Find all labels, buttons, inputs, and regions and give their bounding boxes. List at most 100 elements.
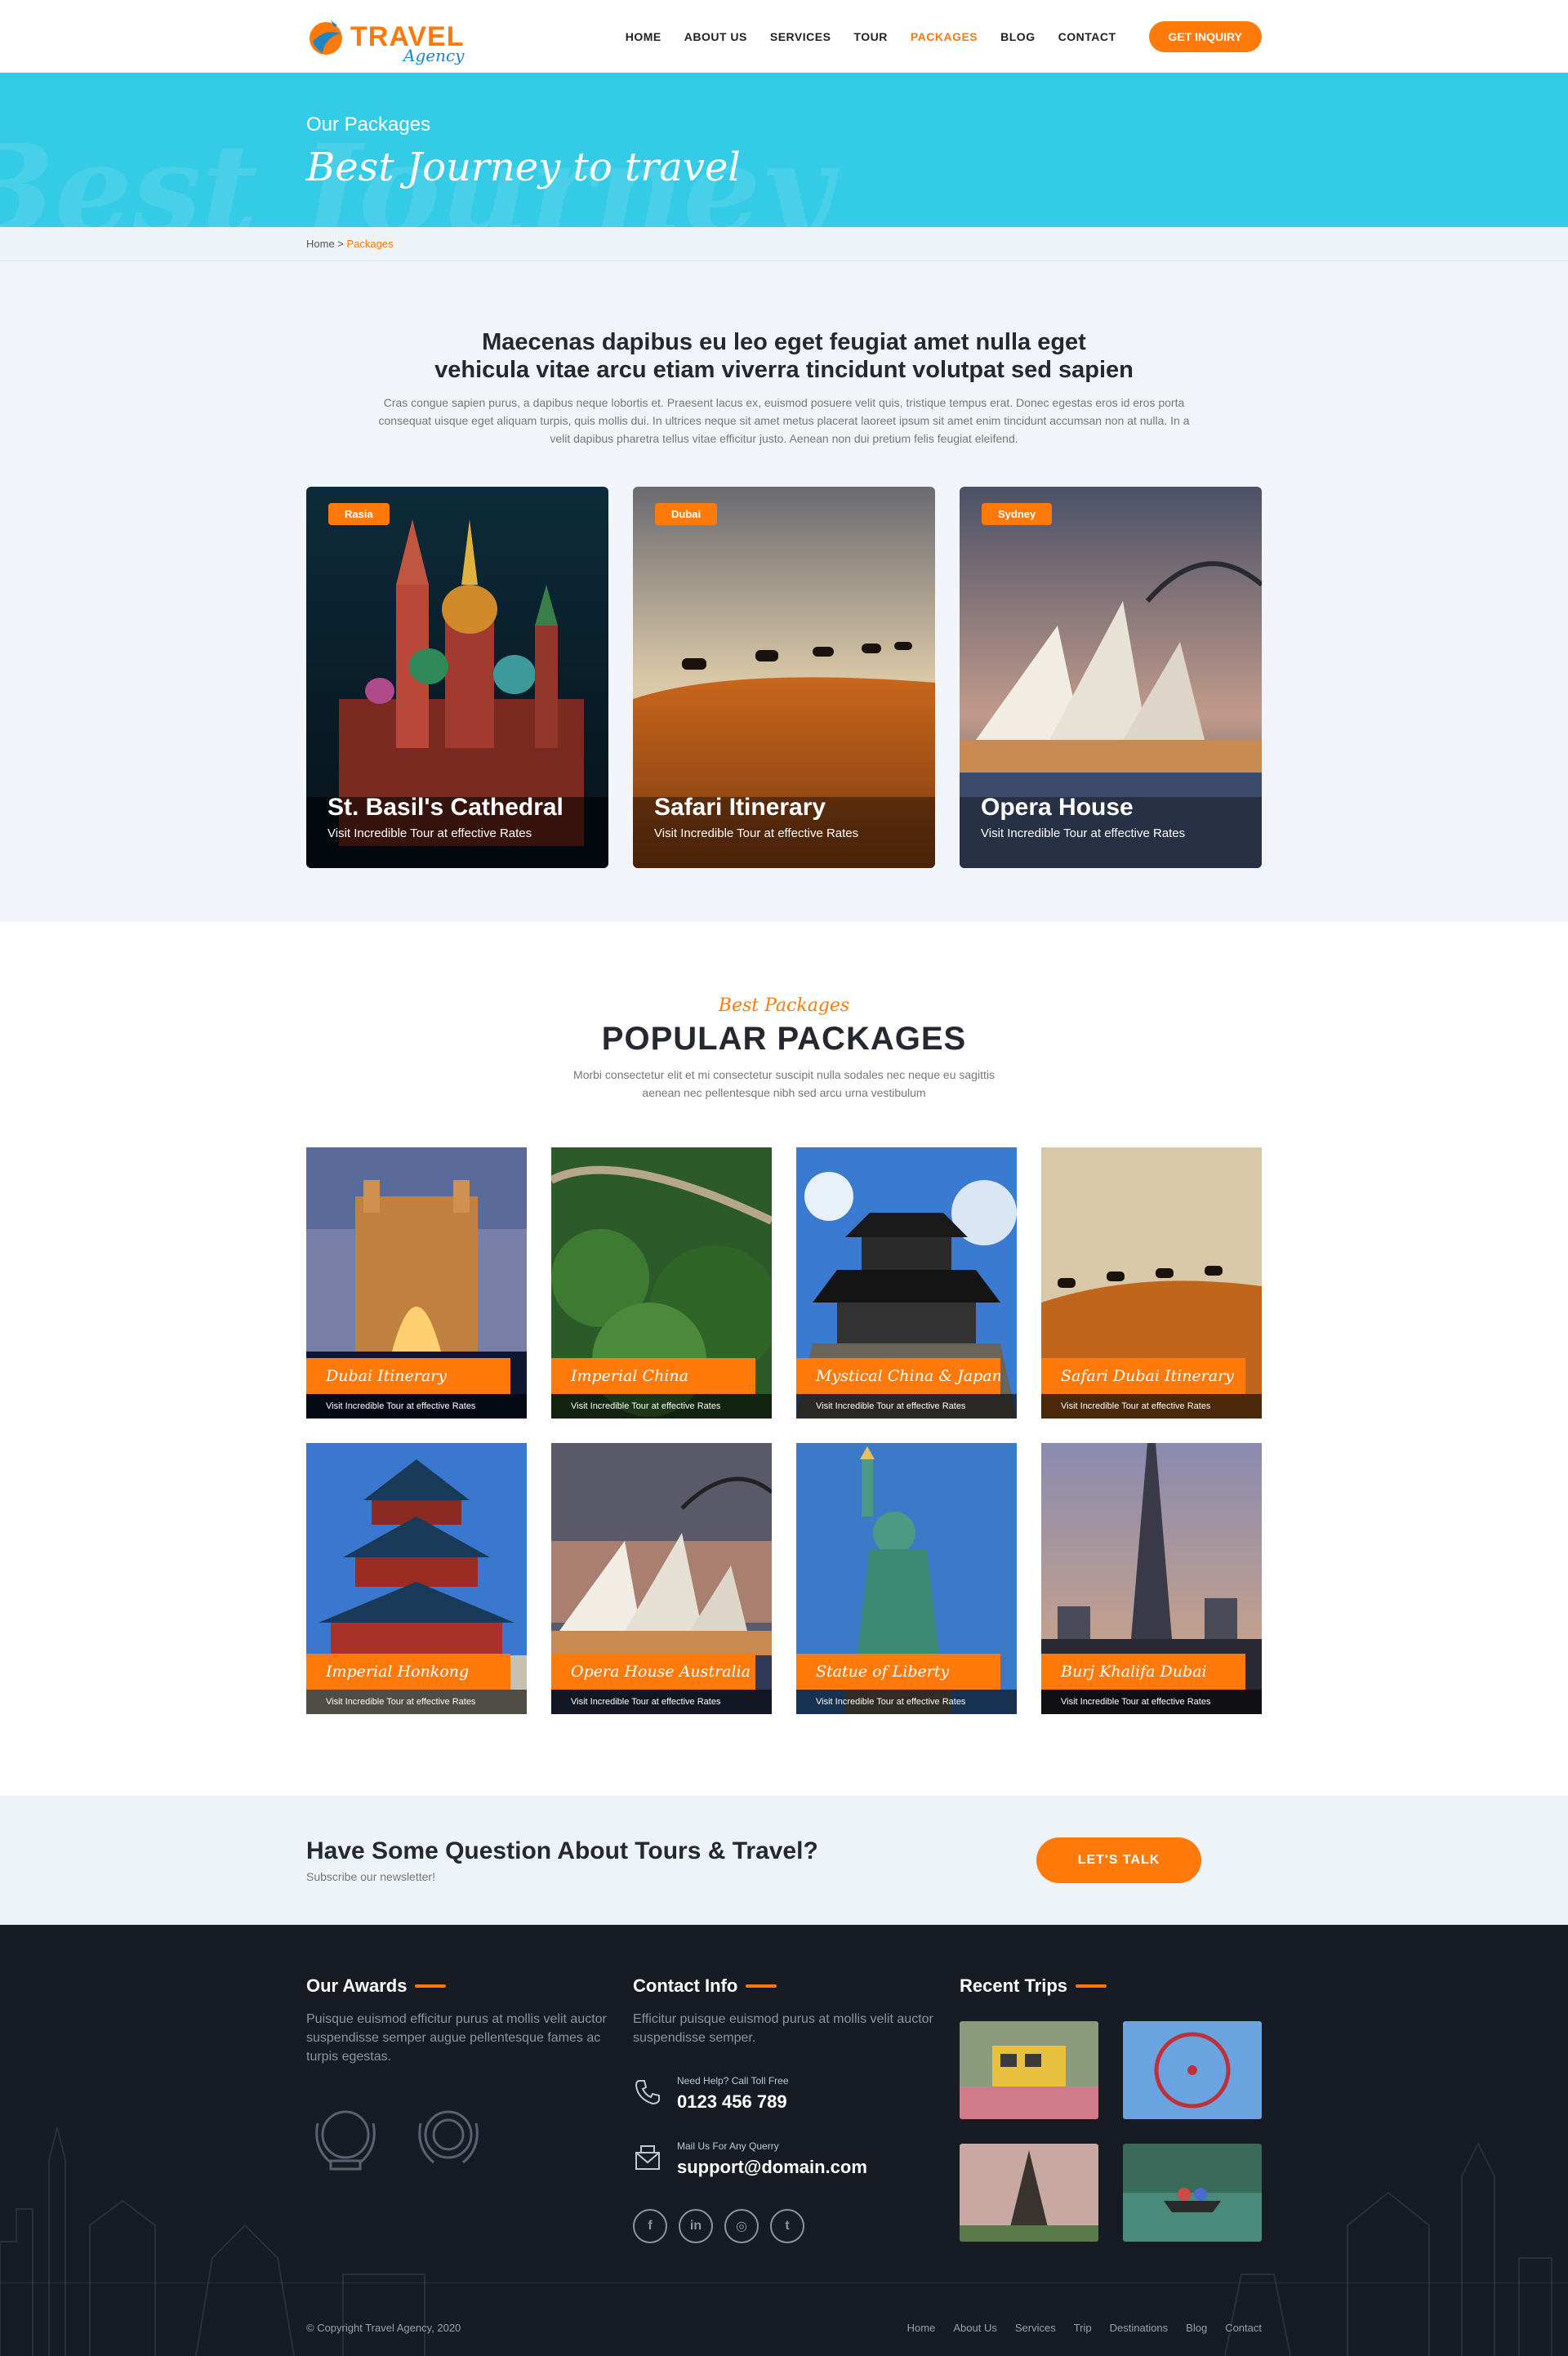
intro-heading-line-2: vehicula vitae arcu etiam viverra tincid… [434,357,1134,383]
package-title: Dubai Itinerary [306,1358,510,1394]
trip-thumbnail-eiffel-tower[interactable] [960,2144,1098,2242]
package-title: Statue of Liberty [796,1654,1000,1690]
feature-title: Opera House [981,794,1134,821]
footer-contact: Contact Info Efficitur puisque euismod p… [633,1975,935,2243]
footer-link-destinations[interactable]: Destinations [1110,2322,1169,2334]
package-card[interactable]: Mystical China & Japan Visit Incredible … [796,1147,1017,1418]
section-kicker: Best Packages [718,995,850,1016]
breadcrumb-home[interactable]: Home [306,238,335,250]
trips-title: Recent Trips [960,1975,1068,1996]
package-card[interactable]: Safari Dubai Itinerary Visit Incredible … [1041,1147,1262,1418]
nav-home[interactable]: HOME [626,30,662,43]
breadcrumb-current: Packages [346,238,394,250]
popular-packages-section: Best Packages POPULAR PACKAGES Morbi con… [0,922,1568,1796]
package-title: Imperial Honkong [306,1654,510,1690]
footer-recent-trips: Recent Trips [960,1975,1262,2243]
feature-title: Safari Itinerary [654,794,826,821]
package-title: Burj Khalifa Dubai [1041,1654,1245,1690]
nav-about[interactable]: ABOUT US [684,30,747,43]
package-sub: Visit Incredible Tour at effective Rates [551,1690,772,1714]
intro-text: Cras congue sapien purus, a dapibus nequ… [378,396,1190,445]
destination-tag: Dubai [655,503,718,525]
cta-subtitle: Subscribe our newsletter! [306,1870,435,1883]
title-accent [1076,1984,1107,1988]
social-links: f in ◎ t [633,2209,935,2243]
package-sub: Visit Incredible Tour at effective Rates [1041,1394,1262,1418]
phone-icon [633,2078,662,2111]
banner-subtitle: Our Packages [306,114,431,136]
footer-link-blog[interactable]: Blog [1186,2322,1207,2334]
contact-text: Efficitur puisque euismod purus at molli… [633,2012,933,2045]
facebook-icon[interactable]: f [633,2209,667,2243]
mail-address[interactable]: support@domain.com [677,2157,867,2178]
cta-title: Have Some Question About Tours & Travel? [306,1837,818,1864]
package-card[interactable]: Dubai Itinerary Visit Incredible Tour at… [306,1147,527,1418]
footer-link-trip[interactable]: Trip [1074,2322,1092,2334]
mail-icon [633,2143,662,2176]
instagram-icon[interactable]: ◎ [724,2209,759,2243]
twitter-icon[interactable]: t [770,2209,804,2243]
package-card[interactable]: Imperial Honkong Visit Incredible Tour a… [306,1443,527,1714]
package-sub: Visit Incredible Tour at effective Rates [1041,1690,1262,1714]
package-card[interactable]: Imperial China Visit Incredible Tour at … [551,1147,772,1418]
breadcrumb: Home > Packages [0,227,1568,261]
nav-tour[interactable]: TOUR [853,30,887,43]
trip-thumbnail-boat[interactable] [1123,2144,1262,2242]
main-nav: HOME ABOUT US SERVICES TOUR PACKAGES BLO… [626,30,1116,43]
nav-contact[interactable]: CONTACT [1058,30,1116,43]
nav-packages[interactable]: PACKAGES [911,30,978,43]
package-sub: Visit Incredible Tour at effective Rates [796,1394,1017,1418]
intro-section: Maecenas dapibus eu leo eget feugiat ame… [0,261,1568,922]
package-sub: Visit Incredible Tour at effective Rates [551,1394,772,1418]
featured-destinations: Rasia St. Basil's Cathedral Visit Incred… [306,487,1262,868]
package-title: Safari Dubai Itinerary [1041,1358,1245,1394]
package-grid: Dubai Itinerary Visit Incredible Tour at… [306,1147,1262,1714]
feature-card[interactable]: Sydney Opera House Visit Incredible Tour… [960,487,1262,868]
footer-link-services[interactable]: Services [1015,2322,1056,2334]
copyright-text: © Copyright Travel Agency, 2020 [306,2321,461,2334]
footer-link-contact[interactable]: Contact [1225,2322,1262,2334]
get-inquiry-button[interactable]: GET INQUIRY [1148,20,1262,52]
feature-desc: Visit Incredible Tour at effective Rates [327,826,532,840]
breadcrumb-separator: > [334,238,347,250]
phone-label: Need Help? Call Toll Free [677,2075,789,2087]
feature-card[interactable]: Dubai Safari Itinerary Visit Incredible … [633,487,935,868]
page-title: Best Journey to travel [306,145,741,190]
lets-talk-button[interactable]: LET'S TALK [1036,1837,1201,1883]
package-card[interactable]: Statue of Liberty Visit Incredible Tour … [796,1443,1017,1714]
package-sub: Visit Incredible Tour at effective Rates [796,1690,1017,1714]
footer-link-about[interactable]: About Us [953,2322,996,2334]
intro-heading: Maecenas dapibus eu leo eget feugiat ame… [306,328,1262,384]
package-card[interactable]: Opera House Australia Visit Incredible T… [551,1443,772,1714]
title-accent [746,1984,777,1988]
feature-desc: Visit Incredible Tour at effective Rates [654,826,859,840]
package-title: Mystical China & Japan [796,1358,1000,1394]
awards-text: Puisque euismod efficitur purus at molli… [306,2012,607,2064]
trip-thumbnail-tram[interactable] [960,2021,1098,2119]
awards-title: Our Awards [306,1975,408,1996]
logo-subtitle: Agency [403,45,465,65]
section-text: Morbi consectetur elit et mi consectetur… [573,1068,995,1099]
section-title: POPULAR PACKAGES [601,1021,967,1057]
logo[interactable]: TRAVEL Agency [306,17,464,64]
feature-card[interactable]: Rasia St. Basil's Cathedral Visit Incred… [306,487,608,868]
trip-thumbnail-ferris-wheel[interactable] [1123,2021,1262,2119]
nav-services[interactable]: SERVICES [770,30,831,43]
page-banner: Best Journey Our Packages Best Journey t… [0,73,1568,227]
feature-title: St. Basil's Cathedral [327,794,564,821]
package-title: Opera House Australia [551,1654,755,1690]
footer-nav: Home About Us Services Trip Destinations… [907,2322,1262,2334]
title-accent [415,1984,447,1988]
package-sub: Visit Incredible Tour at effective Rates [306,1394,527,1418]
phone-number[interactable]: 0123 456 789 [677,2091,789,2113]
linkedin-icon[interactable]: in [679,2209,713,2243]
copyright-bar: © Copyright Travel Agency, 2020 Home Abo… [0,2283,1568,2356]
destination-tag: Rasia [328,503,390,525]
package-sub: Visit Incredible Tour at effective Rates [306,1690,527,1714]
footer-link-home[interactable]: Home [907,2322,936,2334]
destination-tag: Sydney [982,503,1053,525]
intro-heading-line-1: Maecenas dapibus eu leo eget feugiat ame… [482,329,1086,355]
nav-blog[interactable]: BLOG [1000,30,1035,43]
award-badge-icon [306,2099,385,2181]
package-card[interactable]: Burj Khalifa Dubai Visit Incredible Tour… [1041,1443,1262,1714]
